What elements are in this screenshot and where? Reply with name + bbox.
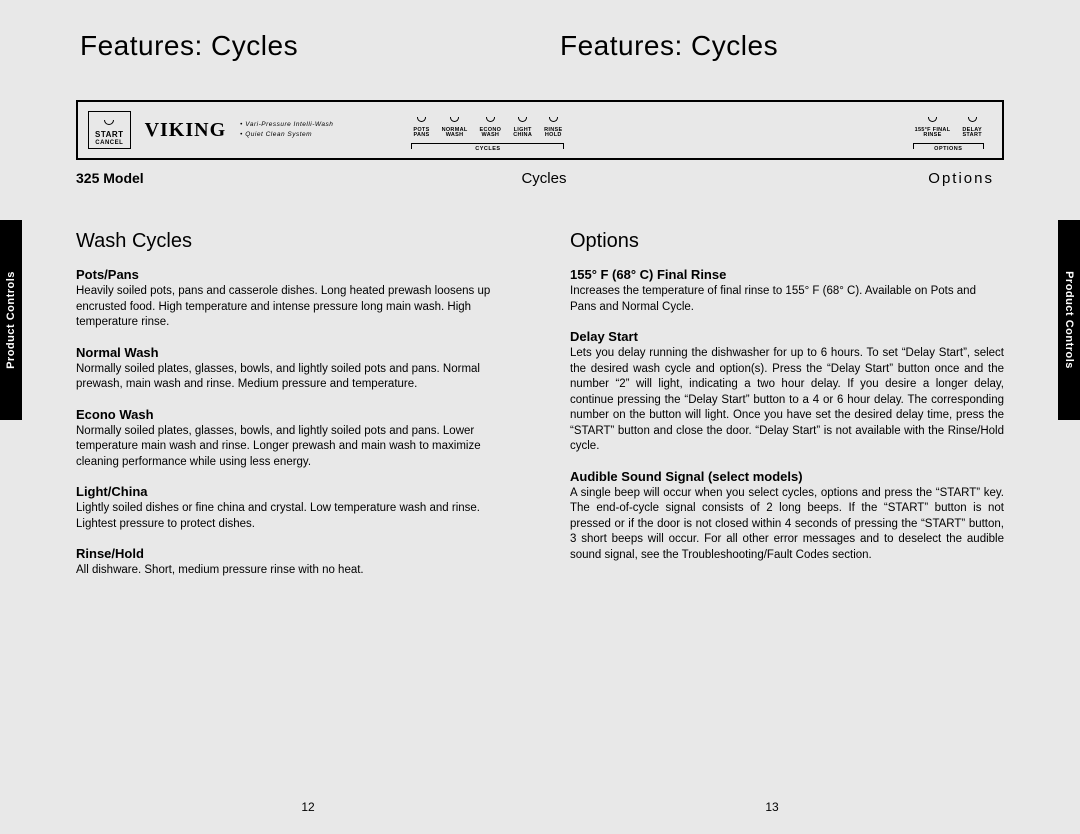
brand-logo: VIKING: [145, 119, 227, 142]
item-h-rinse-hold: Rinse/Hold: [76, 546, 510, 561]
item-p-audible-signal: A single beep will occur when you select…: [570, 486, 1004, 564]
item-p-econo-wash: Normally soiled plates, glasses, bowls, …: [76, 424, 510, 471]
item-p-rinse-hold: All dishware. Short, medium pressure rin…: [76, 563, 510, 579]
cycles-button-group: POTSPANS NORMALWASH ECONOWASH LIGHTCHINA…: [407, 112, 568, 149]
page-number-right: 13: [540, 800, 1004, 814]
item-h-delay-start: Delay Start: [570, 329, 1004, 344]
wash-cycles-column: Wash Cycles Pots/Pans Heavily soiled pot…: [76, 230, 510, 579]
wash-cycles-heading: Wash Cycles: [76, 230, 510, 253]
item-h-pots-pans: Pots/Pans: [76, 267, 510, 282]
item-p-normal-wash: Normally soiled plates, glasses, bowls, …: [76, 362, 510, 393]
options-button-group: 155°F FINALRINSE DELAYSTART OPTIONS: [909, 112, 988, 149]
side-tab-left: Product Controls: [0, 220, 22, 420]
feature-bullets: Vari-Pressure Intelli-Wash Quiet Clean S…: [240, 120, 333, 141]
option-btn-final-rinse: 155°F FINALRINSE: [909, 112, 957, 139]
item-p-delay-start: Lets you delay running the dishwasher fo…: [570, 346, 1004, 455]
cycle-btn-econo-wash: ECONOWASH: [474, 112, 508, 139]
cycle-btn-rinse-hold: RINSEHOLD: [538, 112, 568, 139]
options-heading: Options: [570, 230, 1004, 253]
start-cancel-button: START CANCEL: [88, 111, 131, 149]
item-h-light-china: Light/China: [76, 484, 510, 499]
option-btn-delay-start: DELAYSTART: [956, 112, 988, 139]
page-number-left: 12: [76, 800, 540, 814]
cycle-btn-pots-pans: POTSPANS: [407, 112, 435, 139]
cycle-btn-normal-wash: NORMALWASH: [436, 112, 474, 139]
item-h-final-rinse: 155° F (68° C) Final Rinse: [570, 267, 1004, 282]
model-label: 325 Model: [76, 170, 521, 187]
item-h-econo-wash: Econo Wash: [76, 407, 510, 422]
control-panel-diagram: START CANCEL VIKING Vari-Pressure Intell…: [76, 100, 1004, 160]
page-heading-left: Features: Cycles: [80, 30, 520, 62]
cycle-btn-light-china: LIGHTCHINA: [507, 112, 538, 139]
page-heading-right: Features: Cycles: [560, 30, 1000, 62]
cycles-label: Cycles: [521, 170, 595, 187]
item-p-light-china: Lightly soiled dishes or fine china and …: [76, 501, 510, 532]
options-label: Options: [596, 170, 1004, 187]
item-p-final-rinse: Increases the temperature of final rinse…: [570, 284, 1004, 315]
item-p-pots-pans: Heavily soiled pots, pans and casserole …: [76, 284, 510, 331]
item-h-audible-signal: Audible Sound Signal (select models): [570, 469, 1004, 484]
options-column: Options 155° F (68° C) Final Rinse Incre…: [570, 230, 1004, 579]
item-h-normal-wash: Normal Wash: [76, 345, 510, 360]
side-tab-right: Product Controls: [1058, 220, 1080, 420]
